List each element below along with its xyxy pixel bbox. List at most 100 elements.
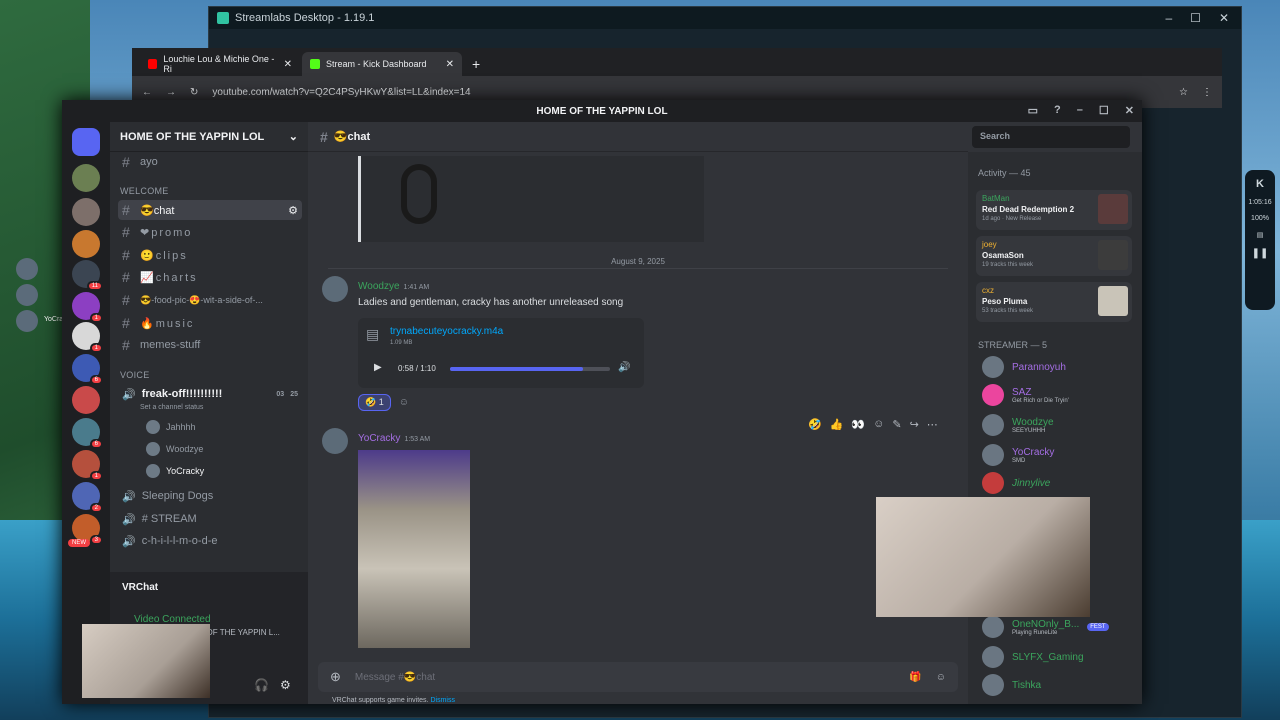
chat-icon[interactable]: ▤ <box>1245 231 1275 239</box>
channel-label: 🙂clips <box>140 249 188 262</box>
close-icon[interactable]: ✕ <box>1125 104 1134 117</box>
server-icon[interactable]: 1 <box>72 292 103 323</box>
member-item[interactable]: Parannoyuh <box>982 356 1066 378</box>
minimize-icon[interactable]: – <box>1165 11 1172 25</box>
headphones-icon[interactable]: 🎧 <box>254 678 269 692</box>
more-icon[interactable]: ⋯ <box>927 418 938 431</box>
activity-card[interactable]: BatMan Red Dead Redemption 2 1d ago · New … <box>976 190 1132 230</box>
forward-icon[interactable]: → <box>166 87 176 98</box>
member-item[interactable]: Jinnylive <box>982 472 1050 494</box>
url-text[interactable]: youtube.com/watch?v=Q2C4PSyHKwY&list=LL&… <box>212 87 1165 98</box>
help-icon[interactable]: ? <box>1054 104 1061 117</box>
maximize-icon[interactable]: ☐ <box>1099 104 1109 117</box>
server-icon[interactable]: 6 <box>72 418 103 449</box>
reload-icon[interactable]: ↻ <box>190 87 198 98</box>
edit-icon[interactable]: ✎ <box>892 418 901 431</box>
close-tab-icon[interactable]: ✕ <box>446 59 454 70</box>
server-icon[interactable] <box>72 198 100 226</box>
vrchat-label[interactable]: VRChat <box>122 582 158 593</box>
channel-memes-stuff[interactable]: # memes-stuff <box>118 335 302 355</box>
activity-card[interactable]: joey OsamaSon 19 tracks this week <box>976 236 1132 276</box>
gift-icon[interactable]: 🎁 <box>909 672 921 683</box>
voice-user[interactable]: Woodzye <box>146 442 203 456</box>
menu-icon[interactable]: ⋮ <box>1202 87 1212 98</box>
server-icon[interactable]: 6 <box>72 354 103 385</box>
add-reaction-icon[interactable]: ☺ <box>399 397 409 408</box>
bookmark-star-icon[interactable]: ☆ <box>1179 87 1188 98</box>
audio-progress-bar[interactable] <box>450 367 610 371</box>
reaction-icon[interactable]: 🤣 <box>808 418 822 431</box>
video-attachment[interactable] <box>358 450 470 648</box>
member-item[interactable]: SAZ Get Rich or Die Tryin' <box>982 384 1069 406</box>
kick-logo-icon[interactable]: K <box>1245 178 1275 190</box>
settings-icon[interactable]: ⚙ <box>280 678 291 692</box>
channel-ayo[interactable]: # ayo <box>118 152 302 172</box>
server-icon[interactable]: 1 <box>72 322 103 353</box>
message-composer[interactable]: ⊕ Message #😎chat 🎁 ☺ <box>318 662 958 692</box>
channel-promo[interactable]: # ❤promo <box>118 222 302 242</box>
member-item[interactable]: SLYFX_Gaming <box>982 646 1084 668</box>
eyes-icon[interactable]: 👀 <box>851 418 865 431</box>
channel-chat[interactable]: # 😎chat ⚙ <box>118 200 302 220</box>
avatar[interactable] <box>322 428 348 454</box>
server-icon[interactable] <box>72 164 100 192</box>
emoji-icon[interactable]: ☺ <box>873 418 884 431</box>
server-icon[interactable]: 3 <box>72 514 103 545</box>
server-header[interactable]: HOME OF THE YAPPIN LOL ⌄ <box>110 122 308 152</box>
search-input[interactable]: Search <box>972 126 1130 148</box>
play-icon[interactable]: ▶ <box>374 362 382 373</box>
voice-channel-chill-mode[interactable]: 🔊 c-h-i-l-l-m-o-d-e <box>118 531 302 551</box>
streamlabs-titlebar: Streamlabs Desktop - 1.19.1 – ☐ ✕ <box>209 7 1241 29</box>
back-icon[interactable]: ← <box>142 87 152 98</box>
member-item[interactable]: Woodzye SEEYUHHH <box>982 414 1054 436</box>
message-author[interactable]: Woodzye <box>358 281 400 292</box>
message-time: 1:53 AM <box>404 436 431 443</box>
desktop-avatar[interactable] <box>16 258 38 280</box>
desktop-avatar[interactable] <box>16 310 38 332</box>
voice-channel-freak-off[interactable]: 🔊 freak-off!!!!!!!!!! 03 25 <box>118 384 302 404</box>
channel-charts[interactable]: # 📈charts <box>118 267 302 287</box>
thumbs-up-icon[interactable]: 👍 <box>830 418 844 431</box>
category-welcome[interactable]: WELCOME <box>120 186 169 196</box>
voice-channel-stream[interactable]: 🔊 # STREAM <box>118 509 302 529</box>
minimize-icon[interactable]: – <box>1077 104 1083 117</box>
message-input[interactable]: Message #😎chat <box>355 672 435 683</box>
activity-card[interactable]: cxz Peso Pluma 53 tracks this week <box>976 282 1132 322</box>
voice-channel-sleeping-dogs[interactable]: 🔊 Sleeping Dogs <box>118 486 302 506</box>
emoji-icon[interactable]: ☺ <box>936 672 946 683</box>
server-icon[interactable]: 1 <box>72 450 103 481</box>
add-attachment-icon[interactable]: ⊕ <box>330 669 341 685</box>
server-icon[interactable]: 11 <box>72 260 103 291</box>
settings-gear-icon[interactable]: ⚙ <box>288 204 302 217</box>
category-voice[interactable]: VOICE <box>120 370 150 380</box>
member-item[interactable]: Tishka <box>982 674 1041 696</box>
maximize-icon[interactable]: ☐ <box>1190 11 1201 25</box>
reaction-pill[interactable]: 🤣 1 <box>358 394 391 411</box>
avatar[interactable] <box>322 276 348 302</box>
voice-user[interactable]: YoCracky <box>146 464 204 478</box>
desktop-avatar[interactable] <box>16 284 38 306</box>
channel-food-pic[interactable]: # 😎-food-pic-😍-wit-a-side-of-... <box>118 290 302 310</box>
member-item[interactable]: OneNOnly_B... Playing RuneLite FEST <box>982 616 1109 638</box>
inbox-icon[interactable]: ▭ <box>1028 104 1038 117</box>
message-author[interactable]: YoCracky <box>358 433 400 444</box>
discord-home-icon[interactable] <box>72 128 100 156</box>
tab-youtube[interactable]: Louchie Lou & Michie One - Ri ✕ <box>140 52 300 76</box>
forward-icon[interactable]: ↪ <box>910 418 919 431</box>
member-item[interactable]: YoCracky SMD <box>982 444 1054 466</box>
channel-music[interactable]: # 🔥music <box>118 313 302 333</box>
server-icon[interactable] <box>72 230 100 258</box>
server-icon[interactable] <box>72 386 100 414</box>
dismiss-link[interactable]: Dismiss <box>430 697 455 704</box>
channel-clips[interactable]: # 🙂clips <box>118 245 302 265</box>
voice-user[interactable]: Jahhhh <box>146 420 196 434</box>
close-tab-icon[interactable]: ✕ <box>284 59 292 70</box>
server-icon[interactable]: 2 <box>72 482 103 513</box>
channel-status[interactable]: Set a channel status <box>140 404 203 411</box>
file-link[interactable]: trynabecuteyocracky.m4a <box>390 326 503 337</box>
close-icon[interactable]: ✕ <box>1219 11 1229 25</box>
pause-icon[interactable]: ❚❚ <box>1245 248 1275 259</box>
new-tab-button[interactable]: + <box>464 56 488 76</box>
tab-kick[interactable]: Stream - Kick Dashboard ✕ <box>302 52 462 76</box>
volume-icon[interactable]: 🔊 <box>618 362 630 373</box>
